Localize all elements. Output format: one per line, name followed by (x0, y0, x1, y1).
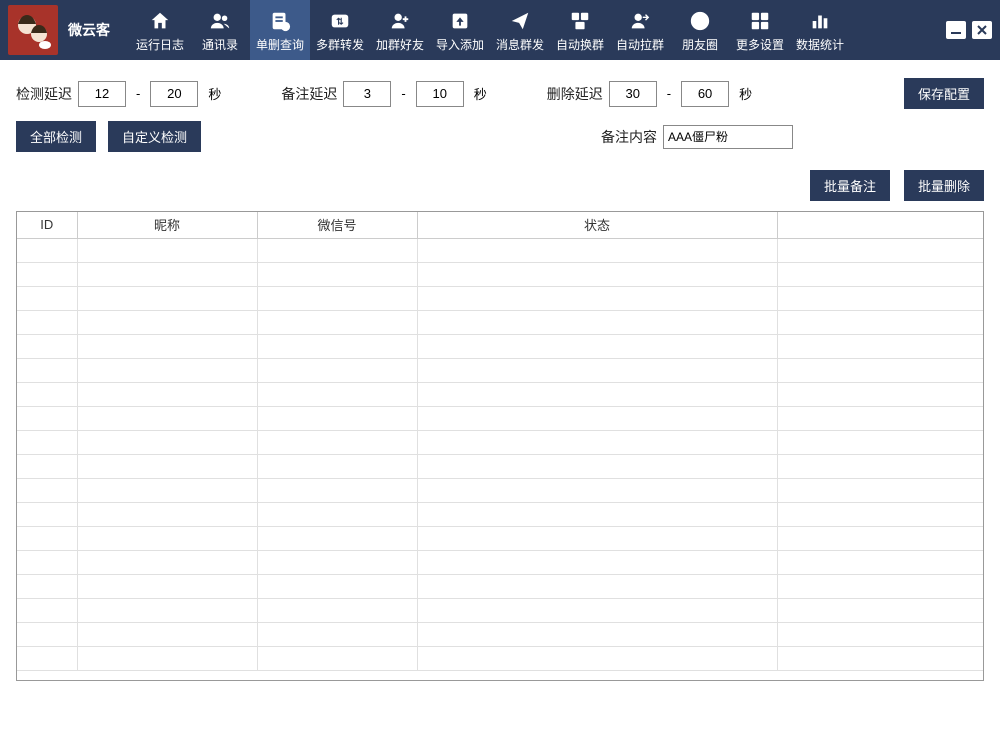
nav-label: 加群好友 (376, 36, 424, 53)
batch-remark-button[interactable]: 批量备注 (810, 170, 890, 201)
nav-label: 导入添加 (436, 36, 484, 53)
delete-delay-label: 删除延迟 (547, 84, 603, 104)
home-icon (149, 8, 171, 34)
nav-label: 单删查询 (256, 36, 304, 53)
remark-delay-label: 备注延迟 (281, 84, 337, 104)
forward-icon: ⇅ (329, 8, 351, 34)
addfriend-icon (389, 8, 411, 34)
batch-delete-button[interactable]: 批量删除 (904, 170, 984, 201)
table-row[interactable] (17, 550, 983, 574)
nav-auto-switch-group[interactable]: 自动换群 (550, 0, 610, 60)
minimize-button[interactable] (946, 21, 966, 39)
th-wxid[interactable]: 微信号 (257, 212, 417, 238)
app-logo (8, 5, 58, 55)
remark-delay-max-input[interactable] (416, 81, 464, 107)
toolbar: 检测延迟 - 秒 备注延迟 - 秒 删除延迟 - 秒 保存配置 全部检测 自定义… (0, 60, 1000, 162)
table-row[interactable] (17, 598, 983, 622)
stats-icon (809, 8, 831, 34)
svg-text:⇅: ⇅ (336, 16, 344, 26)
detect-delay-label: 检测延迟 (16, 84, 72, 104)
nav-stats[interactable]: 数据统计 (790, 0, 850, 60)
nav-label: 多群转发 (316, 36, 364, 53)
table-row[interactable] (17, 286, 983, 310)
seconds-unit: 秒 (474, 84, 487, 103)
remark-delay-min-input[interactable] (343, 81, 391, 107)
query-icon (269, 8, 291, 34)
table-row[interactable] (17, 430, 983, 454)
delete-delay-min-input[interactable] (609, 81, 657, 107)
th-status[interactable]: 状态 (417, 212, 777, 238)
table-row[interactable] (17, 406, 983, 430)
table-row[interactable] (17, 358, 983, 382)
main-nav: 运行日志 通讯录 单删查询 ⇅ 多群转发 加群好友 (130, 0, 850, 60)
result-table: ID 昵称 微信号 状态 (16, 211, 984, 681)
th-id[interactable]: ID (17, 212, 77, 238)
table-body (17, 238, 983, 670)
app-name: 微云客 (68, 20, 110, 40)
remark-content-label: 备注内容 (601, 127, 657, 147)
custom-detect-button[interactable]: 自定义检测 (108, 121, 201, 152)
nav-moments[interactable]: 朋友圈 (670, 0, 730, 60)
nav-mass-send[interactable]: 消息群发 (490, 0, 550, 60)
seconds-unit: 秒 (739, 84, 752, 103)
nav-contacts[interactable]: 通讯录 (190, 0, 250, 60)
nav-label: 消息群发 (496, 36, 544, 53)
detect-delay-min-input[interactable] (78, 81, 126, 107)
window-controls (938, 15, 1000, 45)
nav-label: 更多设置 (736, 36, 784, 53)
remark-content-input[interactable] (663, 125, 793, 149)
th-nickname[interactable]: 昵称 (77, 212, 257, 238)
nav-label: 自动拉群 (616, 36, 664, 53)
th-extra[interactable] (777, 212, 983, 238)
delete-delay-max-input[interactable] (681, 81, 729, 107)
settings-icon (749, 8, 771, 34)
nav-more-settings[interactable]: 更多设置 (730, 0, 790, 60)
table-row[interactable] (17, 238, 983, 262)
detect-delay-max-input[interactable] (150, 81, 198, 107)
contacts-icon (209, 8, 231, 34)
nav-label: 自动换群 (556, 36, 604, 53)
nav-auto-pull-group[interactable]: 自动拉群 (610, 0, 670, 60)
table-row[interactable] (17, 334, 983, 358)
titlebar: 微云客 运行日志 通讯录 单删查询 ⇅ 多群转发 (0, 0, 1000, 60)
full-detect-button[interactable]: 全部检测 (16, 121, 96, 152)
nav-import-add[interactable]: 导入添加 (430, 0, 490, 60)
switch-icon (569, 8, 591, 34)
table-row[interactable] (17, 502, 983, 526)
moments-icon (689, 8, 711, 34)
save-config-button[interactable]: 保存配置 (904, 78, 984, 109)
table-row[interactable] (17, 454, 983, 478)
close-button[interactable] (972, 21, 992, 39)
nav-run-log[interactable]: 运行日志 (130, 0, 190, 60)
nav-single-delete-query[interactable]: 单删查询 (250, 0, 310, 60)
table-row[interactable] (17, 622, 983, 646)
pull-icon (629, 8, 651, 34)
table-row[interactable] (17, 574, 983, 598)
nav-add-group-friend[interactable]: 加群好友 (370, 0, 430, 60)
import-icon (449, 8, 471, 34)
table-row[interactable] (17, 310, 983, 334)
table-row[interactable] (17, 262, 983, 286)
table-row[interactable] (17, 646, 983, 670)
send-icon (509, 8, 531, 34)
table-row[interactable] (17, 478, 983, 502)
table-row[interactable] (17, 382, 983, 406)
nav-label: 朋友圈 (682, 36, 718, 53)
nav-label: 通讯录 (202, 36, 238, 53)
nav-label: 运行日志 (136, 36, 184, 53)
seconds-unit: 秒 (208, 84, 221, 103)
nav-label: 数据统计 (796, 36, 844, 53)
nav-multi-forward[interactable]: ⇅ 多群转发 (310, 0, 370, 60)
table-row[interactable] (17, 526, 983, 550)
